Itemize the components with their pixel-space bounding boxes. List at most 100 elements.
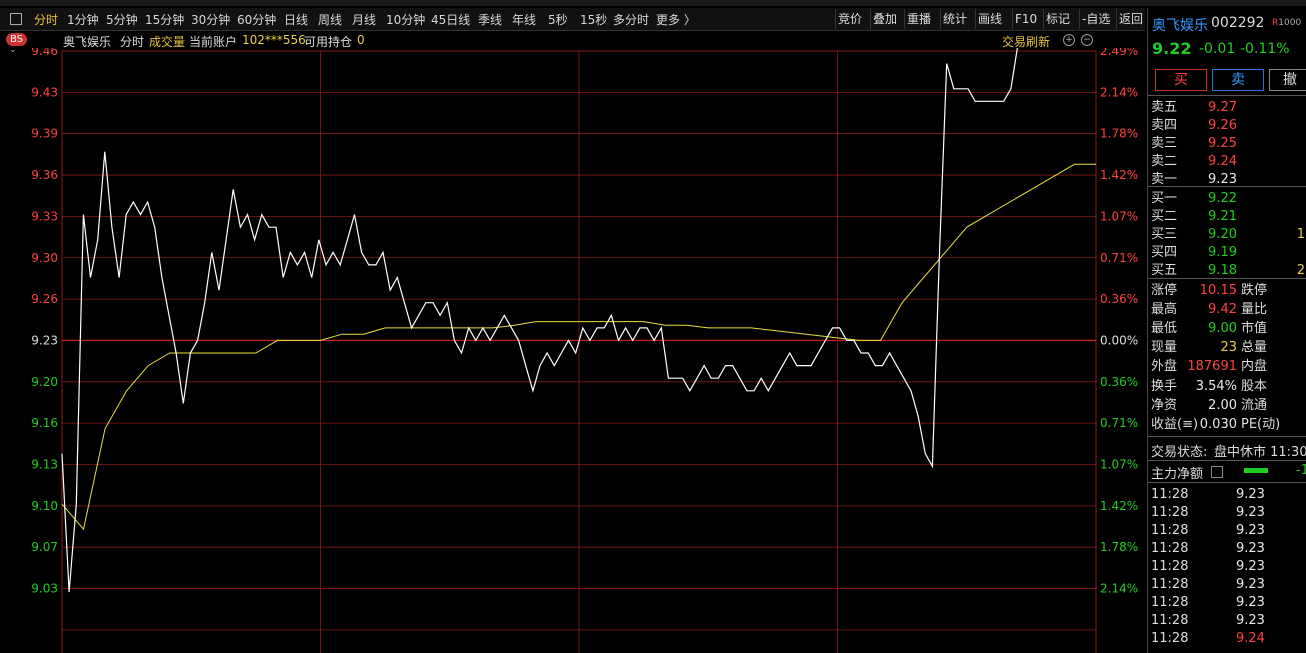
ask-row[interactable]: 卖四 9.26: [1148, 117, 1306, 135]
ask-price: 9.26: [1208, 118, 1237, 133]
mainflow-bar: [1244, 468, 1268, 473]
period-tab-7[interactable]: 周线: [318, 11, 342, 28]
top-menu-strip: [0, 0, 1306, 6]
stat-label-2: 跌停: [1241, 283, 1268, 298]
tool-button-2[interactable]: 重播: [904, 9, 933, 29]
tick-price: 9.23: [1236, 577, 1265, 592]
ask-row[interactable]: 卖五 9.27: [1148, 99, 1306, 117]
period-tab-6[interactable]: 日线: [284, 11, 308, 28]
price-tick-label: 9.16: [31, 416, 58, 430]
price-tick-label: 9.30: [31, 251, 58, 265]
stat-value: 9.00: [1208, 321, 1237, 336]
tool-button-7[interactable]: -自选: [1079, 9, 1112, 29]
mainflow-label: 主力净额: [1151, 467, 1204, 482]
percent-tick-label: 0.71%: [1100, 251, 1138, 265]
tool-button-0[interactable]: 竞价: [835, 9, 864, 29]
zoom-in-icon[interactable]: +: [1063, 34, 1075, 46]
divider: [1148, 482, 1306, 483]
bid-row[interactable]: 买四 9.19: [1148, 244, 1306, 262]
ask-price: 9.24: [1208, 154, 1237, 169]
stats-row: 净资 2.00 流通: [1148, 397, 1306, 415]
period-tab-2[interactable]: 5分钟: [106, 11, 138, 28]
buy-button[interactable]: 买: [1155, 69, 1207, 91]
percent-tick-label: 0.36%: [1100, 292, 1138, 306]
period-tab-1[interactable]: 1分钟: [67, 11, 99, 28]
zoom-out-icon[interactable]: −: [1081, 34, 1093, 46]
stats-row: 外盘 187691 内盘: [1148, 358, 1306, 376]
intraday-chart[interactable]: 9.46 9.43 9.39 9.36 9.33 9.30 9.26 9.23 9.20 9.16…: [0, 48, 1145, 653]
tick-time: 11:28: [1151, 577, 1189, 592]
period-tab-14[interactable]: 15秒: [580, 11, 607, 28]
ask-price: 9.25: [1208, 136, 1237, 151]
stat-label: 收益(≡): [1151, 417, 1199, 432]
price-tick-label: 9.13: [31, 458, 58, 472]
bid-row[interactable]: 买二 9.21: [1148, 208, 1306, 226]
cancel-button[interactable]: 撤: [1269, 69, 1306, 91]
tool-button-8[interactable]: 返回: [1116, 9, 1145, 29]
stat-value: 187691: [1187, 359, 1237, 374]
quote-panel: 奥飞娱乐 002292 R1000 9.22 -0.01 -0.11% 买 卖 …: [1147, 8, 1306, 653]
bid-row[interactable]: 买一 9.22: [1148, 190, 1306, 208]
period-tab-8[interactable]: 月线: [352, 11, 376, 28]
tool-button-5[interactable]: F10: [1012, 9, 1039, 29]
stat-value: 3.54%: [1195, 379, 1237, 394]
stat-label-2: 流通: [1241, 398, 1268, 413]
period-tab-11[interactable]: 季线: [478, 11, 502, 28]
period-tab-13[interactable]: 5秒: [548, 11, 568, 28]
percent-tick-label: 1.42%: [1100, 168, 1138, 182]
sell-button[interactable]: 卖: [1212, 69, 1264, 91]
period-tab-16[interactable]: 更多 〉: [656, 11, 696, 28]
period-tab-3[interactable]: 15分钟: [145, 11, 184, 28]
tool-button-3[interactable]: 统计: [940, 9, 969, 29]
price-tick-label: 9.26: [31, 292, 58, 306]
list-icon[interactable]: [1211, 466, 1223, 478]
stat-value: 23: [1220, 340, 1237, 355]
stats-row: 最低 9.00 市值: [1148, 320, 1306, 338]
bid-row[interactable]: 买三 9.20 1: [1148, 226, 1306, 244]
ask-label: 卖三: [1151, 136, 1178, 151]
stats-row: 收益(≡) 0.030 PE(动): [1148, 416, 1306, 434]
period-toolbar: 分时 1分钟 5分钟 15分钟 30分钟 60分钟 日线 周线 月线 10分钟 45日线 季线 年线 5秒…: [0, 8, 1145, 31]
stat-label-2: 量比: [1241, 302, 1268, 317]
panel-stock-name: 奥飞娱乐: [1152, 18, 1208, 34]
period-tab-4[interactable]: 30分钟: [191, 11, 230, 28]
tick-price: 9.24: [1236, 631, 1265, 646]
period-tab-9[interactable]: 10分钟: [386, 11, 425, 28]
period-tab-5[interactable]: 60分钟: [237, 11, 276, 28]
divider: [1148, 436, 1306, 437]
price-tick-label: 9.07: [31, 540, 58, 554]
tick-price: 9.23: [1236, 523, 1265, 538]
bs-badge-label: BS: [10, 34, 24, 45]
ask-row[interactable]: 卖二 9.24: [1148, 153, 1306, 171]
price-axis-left: 9.46 9.43 9.39 9.36 9.33 9.30 9.26 9.23 9.20 9.16…: [31, 48, 58, 596]
stat-label-2: 总量: [1241, 340, 1268, 355]
period-tab-15[interactable]: 多分时: [613, 11, 649, 28]
stat-label: 最高: [1151, 302, 1178, 317]
tick-row: 11:28 9.23: [1148, 540, 1306, 558]
period-tab-10[interactable]: 45日线: [431, 11, 470, 28]
period-tab-12[interactable]: 年线: [512, 11, 536, 28]
period-tab-0[interactable]: 分时: [34, 11, 58, 28]
tool-button-6[interactable]: 标记: [1043, 9, 1072, 29]
panel-toggle-icon[interactable]: [10, 13, 22, 25]
stat-label: 现量: [1151, 340, 1178, 355]
ask-row[interactable]: 卖三 9.25: [1148, 135, 1306, 153]
price-tick-label: 9.46: [31, 48, 58, 58]
stat-label: 换手: [1151, 379, 1178, 394]
percent-tick-label: 0.71%: [1100, 416, 1138, 430]
ask-label: 卖五: [1151, 100, 1178, 115]
tick-price: 9.23: [1236, 505, 1265, 520]
sell-button-label: 卖: [1231, 72, 1245, 88]
tick-row: 11:28 9.24: [1148, 630, 1306, 648]
price-change-pct: -0.11%: [1240, 41, 1290, 57]
stats-row: 现量 23 总量: [1148, 339, 1306, 357]
tick-time: 11:28: [1151, 613, 1189, 628]
tick-time: 11:28: [1151, 523, 1189, 538]
stat-label-2: 股本: [1241, 379, 1268, 394]
stat-label: 最低: [1151, 321, 1178, 336]
tool-button-1[interactable]: 叠加: [870, 9, 899, 29]
tick-row: 11:28 9.23: [1148, 558, 1306, 576]
tool-button-4[interactable]: 画线: [975, 9, 1004, 29]
bid-price: 9.20: [1208, 227, 1237, 242]
bid-label: 买二: [1151, 209, 1178, 224]
